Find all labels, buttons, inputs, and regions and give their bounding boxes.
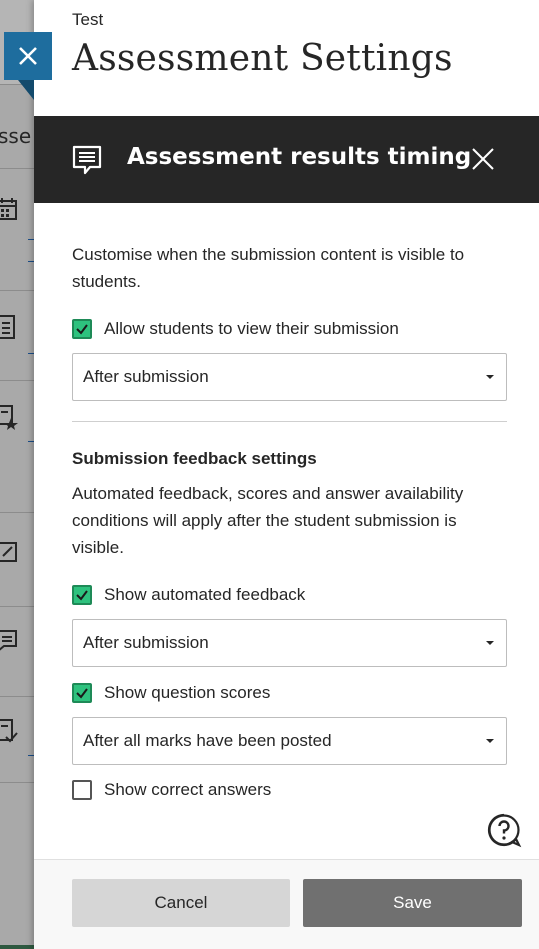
background-divider: [0, 696, 34, 697]
checklist-icon: [0, 719, 18, 743]
question-scores-select[interactable]: After all marks have been posted: [72, 717, 507, 765]
chat-icon: [0, 630, 17, 651]
chevron-down-icon: [486, 739, 494, 743]
subpanel-title: Assessment results timing: [127, 144, 472, 170]
background-page: sse: [0, 0, 34, 949]
panel-header: Test Assessment Settings: [34, 0, 539, 116]
cancel-button[interactable]: Cancel: [72, 879, 290, 927]
rubric-star-icon: [0, 405, 18, 430]
checkmark-icon: [76, 590, 88, 601]
automated-feedback-selected: After submission: [83, 633, 209, 652]
checkmark-icon: [76, 324, 88, 335]
assessment-settings-panel: Test Assessment Settings Assessment resu…: [34, 0, 539, 949]
show-correct-answers-checkbox[interactable]: Show correct answers: [72, 780, 271, 800]
expand-icon: [0, 542, 17, 562]
close-icon: [19, 47, 37, 65]
help-icon[interactable]: [486, 812, 522, 848]
show-question-scores-label: Show question scores: [104, 683, 271, 702]
close-panel-button[interactable]: [4, 32, 52, 80]
view-submission-selected: After submission: [83, 367, 209, 386]
checkbox-box[interactable]: [72, 585, 92, 605]
background-divider: [0, 606, 34, 607]
background-divider: [0, 782, 34, 783]
section-divider: [72, 421, 507, 422]
show-correct-answers-label: Show correct answers: [104, 780, 272, 799]
checkbox-box[interactable]: [72, 683, 92, 703]
show-automated-feedback-checkbox[interactable]: Show automated feedback: [72, 585, 305, 605]
background-divider: [0, 380, 34, 381]
background-divider: [0, 290, 34, 291]
chevron-down-icon: [486, 641, 494, 645]
subpanel-header: Assessment results timing: [34, 116, 539, 203]
chevron-down-icon: [486, 375, 494, 379]
calendar-icon: [0, 198, 17, 220]
checkbox-box[interactable]: [72, 780, 92, 800]
panel-title: Assessment Settings: [72, 38, 453, 79]
checkmark-icon: [76, 688, 88, 699]
visibility-description: Customise when the submission content is…: [72, 245, 465, 291]
allow-view-submission-label: Allow students to view their submission: [104, 319, 399, 338]
close-subpanel-button[interactable]: [471, 147, 495, 171]
allow-view-submission-checkbox[interactable]: Allow students to view their submission: [72, 319, 399, 339]
background-partial-text: sse: [0, 124, 32, 148]
view-submission-select[interactable]: After submission: [72, 353, 507, 401]
save-button[interactable]: Save: [303, 879, 522, 927]
panel-subtitle: Test: [72, 10, 104, 29]
question-scores-selected: After all marks have been posted: [83, 731, 332, 750]
checkbox-box[interactable]: [72, 319, 92, 339]
show-question-scores-checkbox[interactable]: Show question scores: [72, 683, 270, 703]
panel-footer: Cancel Save: [34, 859, 539, 949]
message-icon: [72, 145, 102, 175]
background-divider: [0, 168, 34, 169]
automated-feedback-select[interactable]: After submission: [72, 619, 507, 667]
background-bottom-bar: [0, 945, 34, 949]
show-automated-feedback-label: Show automated feedback: [104, 585, 306, 604]
close-button-tail: [18, 80, 34, 100]
background-divider: [0, 512, 34, 513]
document-icon: [0, 315, 15, 339]
feedback-settings-heading: Submission feedback settings: [72, 449, 317, 468]
feedback-settings-description: Automated feedback, scores and answer av…: [72, 484, 464, 557]
